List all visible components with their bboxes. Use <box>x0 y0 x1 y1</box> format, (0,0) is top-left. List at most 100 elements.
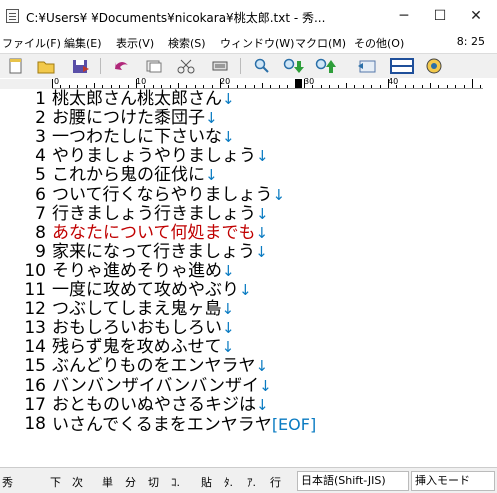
line-text[interactable]: お腰につけた黍団子↓ <box>52 109 218 128</box>
new-file-icon[interactable] <box>6 57 26 75</box>
editor-line[interactable]: 16 バンバンザイバンバンザイ↓ <box>0 377 483 396</box>
ruler-tick <box>102 85 103 88</box>
editor-line[interactable]: 3 一つわたしに下さいな↓ <box>0 128 483 147</box>
line-text[interactable]: あなたについて何処までも↓ <box>52 224 268 243</box>
menu-edit[interactable]: 編集(E) <box>64 35 102 51</box>
vertical-scrollbar[interactable] <box>483 79 497 464</box>
fkey-split[interactable]: 分 <box>125 474 136 490</box>
editor-line[interactable]: 14 残らず鬼を攻めふせて↓ <box>0 338 483 357</box>
line-number: 6 <box>35 185 46 205</box>
close-button[interactable]: ✕ <box>458 0 494 33</box>
fkey-line[interactable]: 行 <box>270 474 281 490</box>
cut-icon[interactable] <box>176 57 196 75</box>
editor-line[interactable]: 10 そりゃ進めそりゃ進め↓ <box>0 262 483 281</box>
app-icon[interactable] <box>6 9 19 23</box>
line-number: 8 <box>35 223 46 243</box>
encoding-indicator[interactable]: 日本語(Shift-JIS) <box>297 471 409 491</box>
undo-icon[interactable] <box>112 57 132 75</box>
fkey-paste[interactable]: 貼 <box>201 474 212 490</box>
ruler-tick <box>480 85 481 88</box>
line-text[interactable]: おとものいぬやさるキジは↓ <box>52 396 269 415</box>
minimize-button[interactable]: ─ <box>386 0 422 33</box>
paste-icon[interactable] <box>210 57 230 75</box>
ruler-tick <box>86 85 87 88</box>
fkey-copy[interactable]: ｺ. <box>171 474 180 490</box>
menu-search[interactable]: 検索(S) <box>168 35 206 51</box>
ruler-tick <box>279 85 280 88</box>
window-title: C:¥Users¥ ¥Documents¥nicokara¥桃太郎.txt - … <box>26 11 326 25</box>
newline-marker: ↓ <box>255 357 269 375</box>
ruler-tick <box>212 85 213 88</box>
newline-marker: ↓ <box>259 377 272 395</box>
editor-line[interactable]: 6 ついて行くならやりましょう↓ <box>0 186 483 205</box>
find-icon[interactable] <box>252 57 272 75</box>
fkey-down[interactable]: 下 <box>50 474 61 490</box>
newline-marker: ↓ <box>256 396 269 414</box>
line-text[interactable]: ついて行くならやりましょう↓ <box>52 186 285 205</box>
editor-line[interactable]: 12 つぶしてしまえ鬼ヶ島↓ <box>0 300 483 319</box>
line-text[interactable]: これから鬼の征伐に↓ <box>52 166 218 185</box>
ruler-tick <box>396 85 397 88</box>
line-text[interactable]: 一度に攻めて攻めやぶり↓ <box>52 281 252 300</box>
text-editor[interactable]: 1 桃太郎さん桃太郎さん↓ 2 お腰につけた黍団子↓ 3 一つわたしに下さいな↓ 4 やりまし… <box>0 90 483 464</box>
editor-line[interactable]: 1 桃太郎さん桃太郎さん↓ <box>0 90 483 109</box>
ruler-tick <box>472 79 473 88</box>
ruler-tick <box>60 85 61 88</box>
help-icon[interactable] <box>424 57 444 75</box>
menu-other[interactable]: その他(O) <box>354 35 404 51</box>
ruler-tick <box>111 85 112 88</box>
fkey-cut[interactable]: 切 <box>148 474 159 490</box>
editor-line[interactable]: 11 一度に攻めて攻めやぶり↓ <box>0 281 483 300</box>
editor-line[interactable]: 2 お腰につけた黍団子↓ <box>0 109 483 128</box>
line-text[interactable]: 残らず鬼を攻めふせて↓ <box>52 338 234 357</box>
find-prev-icon[interactable] <box>314 57 336 75</box>
editor-line[interactable]: 9 家来になって行きましょう↓ <box>0 243 483 262</box>
menu-view[interactable]: 表示(V) <box>116 35 154 51</box>
split-window-icon[interactable] <box>390 57 414 75</box>
line-text[interactable]: つぶしてしまえ鬼ヶ島↓ <box>52 300 234 319</box>
editor-line[interactable]: 17 おとものいぬやさるキジは↓ <box>0 396 483 415</box>
editor-line[interactable]: 7 行きましょう行きましょう↓ <box>0 205 483 224</box>
maximize-button[interactable]: ☐ <box>422 0 458 33</box>
newline-marker: ↓ <box>256 147 269 165</box>
line-text[interactable]: ぶんどりものをエンヤラヤ↓ <box>52 357 268 376</box>
copy-icon[interactable] <box>144 57 164 75</box>
line-text[interactable]: やりましょうやりましょう↓ <box>52 147 269 166</box>
line-content: 一つわたしに下さいな <box>52 127 222 147</box>
fkey-next[interactable]: 次 <box>72 474 83 490</box>
fkey-word[interactable]: 単 <box>102 474 113 490</box>
input-mode-indicator[interactable]: 挿入モード <box>411 471 495 491</box>
line-text[interactable]: 家来になって行きましょう↓ <box>52 243 268 262</box>
editor-line[interactable]: 13 おもしろいおもしろい↓ <box>0 319 483 338</box>
line-text[interactable]: いさんでくるまをエンヤラヤ[EOF] <box>52 415 316 435</box>
jump-icon[interactable] <box>356 57 376 75</box>
fkey-other[interactable]: ｱ. <box>247 474 256 490</box>
line-text[interactable]: おもしろいおもしろい↓ <box>52 319 235 338</box>
line-content: バンバンザイバンバンザイ <box>52 376 260 396</box>
line-text[interactable]: 桃太郎さん桃太郎さん↓ <box>52 90 235 109</box>
editor-line[interactable]: 8 あなたについて何処までも↓ <box>0 224 483 243</box>
open-folder-icon[interactable] <box>36 57 56 75</box>
line-text[interactable]: バンバンザイバンバンザイ↓ <box>52 377 272 396</box>
ruler-corner <box>0 79 52 89</box>
fkey-tag[interactable]: ﾀ. <box>224 474 233 490</box>
eof-marker: [EOF] <box>271 415 317 434</box>
save-icon[interactable] <box>70 57 90 75</box>
editor-line[interactable]: 4 やりましょうやりましょう↓ <box>0 147 483 166</box>
line-content: ついて行くならやりましょう <box>52 185 273 205</box>
line-text[interactable]: そりゃ進めそりゃ進め↓ <box>52 262 235 281</box>
line-text[interactable]: 一つわたしに下さいな↓ <box>52 128 235 147</box>
menu-macro[interactable]: マクロ(M) <box>295 35 346 51</box>
editor-line[interactable]: 15 ぶんどりものをエンヤラヤ↓ <box>0 357 483 376</box>
menu-file[interactable]: ファイル(F) <box>2 35 61 51</box>
line-text[interactable]: 行きましょう行きましょう↓ <box>52 205 269 224</box>
ruler-tick <box>203 85 204 88</box>
menu-window[interactable]: ウィンドウ(W) <box>220 35 294 51</box>
editor-line[interactable]: 18 いさんでくるまをエンヤラヤ[EOF] <box>0 415 483 435</box>
find-next-icon[interactable] <box>282 57 304 75</box>
line-content: ぶんどりものをエンヤラヤ <box>52 356 256 376</box>
fkey-hidemaru[interactable]: 秀 <box>2 474 13 490</box>
editor-line[interactable]: 5 これから鬼の征伐に↓ <box>0 166 483 185</box>
ruler: 0 10 20 30 40 <box>52 77 497 89</box>
line-number: 13 <box>24 318 46 338</box>
